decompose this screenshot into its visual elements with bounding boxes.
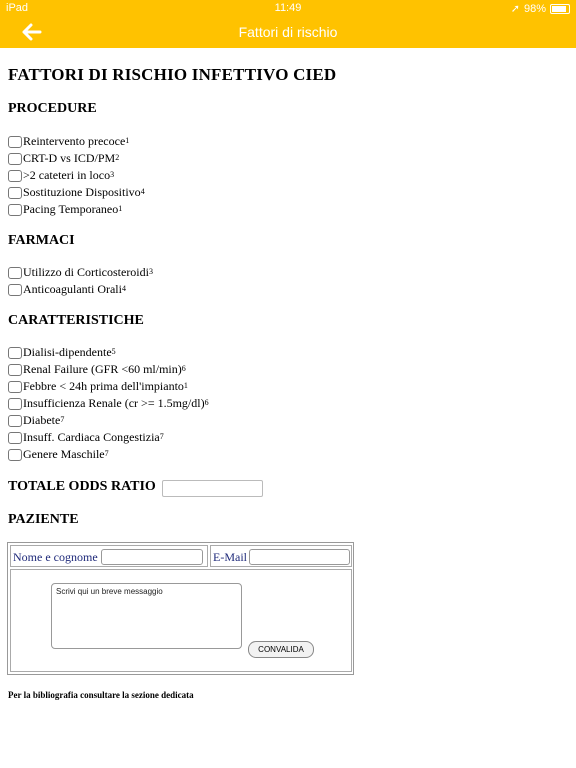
checkbox-row[interactable]: Diabete 7 bbox=[8, 413, 64, 428]
battery-icon bbox=[550, 3, 570, 14]
section-title-paziente: PAZIENTE bbox=[8, 512, 79, 527]
reference-number: 5 bbox=[111, 347, 116, 356]
name-cell: Nome e cognome bbox=[10, 545, 208, 567]
checkbox[interactable] bbox=[8, 169, 22, 182]
checkbox-row[interactable]: Febbre < 24h prima dell'impianto 1 bbox=[8, 379, 188, 394]
checkbox-row[interactable]: Dialisi-dipendente 5 bbox=[8, 345, 116, 360]
checkbox[interactable] bbox=[8, 363, 22, 376]
clock: 11:49 bbox=[274, 2, 302, 14]
checkbox-label: Utilizzo di Corticosteroidi bbox=[23, 265, 149, 279]
checkbox[interactable] bbox=[8, 186, 22, 199]
checkbox[interactable] bbox=[8, 431, 22, 444]
odds-ratio-input[interactable] bbox=[162, 480, 263, 497]
checkbox[interactable] bbox=[8, 380, 22, 393]
nav-title: Fattori di rischio bbox=[238, 24, 338, 40]
patient-form: Nome e cognome E-Mail Scrivi qui un brev… bbox=[7, 542, 354, 675]
checkbox[interactable] bbox=[8, 397, 22, 410]
checkbox-row[interactable]: CRT-D vs ICD/PM 2 bbox=[8, 151, 119, 166]
reference-number: 1 bbox=[183, 381, 188, 390]
name-label: Nome e cognome bbox=[13, 550, 98, 564]
checkbox[interactable] bbox=[8, 414, 22, 427]
checkbox-label: Pacing Temporaneo bbox=[23, 202, 119, 216]
checkbox-label: Febbre < 24h prima dell'impianto bbox=[23, 379, 184, 393]
bibliography-note: Per la bibliografia consultare la sezion… bbox=[8, 690, 194, 700]
reference-number: 4 bbox=[121, 284, 126, 293]
reference-number: 3 bbox=[148, 267, 153, 276]
checkbox[interactable] bbox=[8, 203, 22, 216]
section-title-caratteristiche: CARATTERISTICHE bbox=[8, 313, 144, 328]
reference-number: 3 bbox=[110, 170, 115, 179]
message-textarea[interactable]: Scrivi qui un breve messaggio bbox=[51, 583, 242, 649]
checkbox-row[interactable]: Renal Failure (GFR <60 ml/min) 6 bbox=[8, 362, 186, 377]
checkbox-row[interactable]: Pacing Temporaneo 1 bbox=[8, 202, 122, 217]
convalida-button[interactable]: CONVALIDA bbox=[248, 641, 314, 658]
checkbox-label: Sostituzione Dispositivo bbox=[23, 185, 141, 199]
reference-number: 7 bbox=[60, 415, 65, 424]
status-right: ➚ 98% bbox=[511, 2, 570, 15]
checkbox[interactable] bbox=[8, 346, 22, 359]
checkbox-label: CRT-D vs ICD/PM bbox=[23, 151, 116, 165]
checkbox-row[interactable]: Genere Maschile 7 bbox=[8, 447, 109, 462]
checkbox-row[interactable]: Sostituzione Dispositivo 4 bbox=[8, 185, 145, 200]
reference-number: 7 bbox=[104, 449, 109, 458]
message-cell: Scrivi qui un breve messaggio CONVALIDA bbox=[10, 569, 352, 672]
checkbox[interactable] bbox=[8, 283, 22, 296]
location-icon: ➚ bbox=[510, 3, 520, 15]
checkbox-row[interactable]: >2 cateteri in loco 3 bbox=[8, 168, 114, 183]
battery-percent: 98% bbox=[523, 2, 546, 15]
checkbox[interactable] bbox=[8, 152, 22, 165]
email-label: E-Mail bbox=[213, 550, 247, 564]
checkbox-label: Dialisi-dipendente bbox=[23, 345, 112, 359]
checkbox-label: Insufficienza Renale (cr >= 1.5mg/dl) bbox=[23, 396, 205, 410]
checkbox-label: Reintervento precoce bbox=[23, 134, 126, 148]
name-input[interactable] bbox=[101, 549, 203, 565]
nav-bar: Fattori di rischio bbox=[0, 16, 576, 48]
totale-label: TOTALE ODDS RATIO bbox=[8, 479, 156, 494]
checkbox-row[interactable]: Reintervento precoce 1 bbox=[8, 134, 129, 149]
checkbox-label: Diabete bbox=[23, 413, 61, 427]
checkbox[interactable] bbox=[8, 448, 22, 461]
reference-number: 6 bbox=[204, 398, 209, 407]
status-bar: iPad 11:49 ➚ 98% bbox=[0, 0, 576, 16]
checkbox-label: Renal Failure (GFR <60 ml/min) bbox=[23, 362, 182, 376]
email-cell: E-Mail bbox=[210, 545, 352, 567]
section-title-farmaci: FARMACI bbox=[8, 233, 75, 248]
checkbox-label: Genere Maschile bbox=[23, 447, 105, 461]
section-title-procedure: PROCEDURE bbox=[8, 101, 97, 116]
page-title: FATTORI DI RISCHIO INFETTIVO CIED bbox=[8, 65, 337, 84]
checkbox-row[interactable]: Insufficienza Renale (cr >= 1.5mg/dl) 6 bbox=[8, 396, 209, 411]
reference-number: 7 bbox=[159, 432, 164, 441]
checkbox-row[interactable]: Anticoagulanti Orali 4 bbox=[8, 282, 126, 297]
reference-number: 1 bbox=[125, 136, 130, 145]
checkbox-row[interactable]: Utilizzo di Corticosteroidi 3 bbox=[8, 265, 153, 280]
checkbox[interactable] bbox=[8, 135, 22, 148]
reference-number: 6 bbox=[181, 364, 186, 373]
reference-number: 1 bbox=[118, 204, 123, 213]
checkbox-label: Insuff. Cardiaca Congestizia bbox=[23, 430, 160, 444]
email-input[interactable] bbox=[249, 549, 350, 565]
checkbox-label: Anticoagulanti Orali bbox=[23, 282, 122, 296]
reference-number: 2 bbox=[115, 153, 120, 162]
checkbox-label: >2 cateteri in loco bbox=[23, 168, 111, 182]
reference-number: 4 bbox=[140, 187, 145, 196]
checkbox[interactable] bbox=[8, 266, 22, 279]
checkbox-row[interactable]: Insuff. Cardiaca Congestizia 7 bbox=[8, 430, 164, 445]
